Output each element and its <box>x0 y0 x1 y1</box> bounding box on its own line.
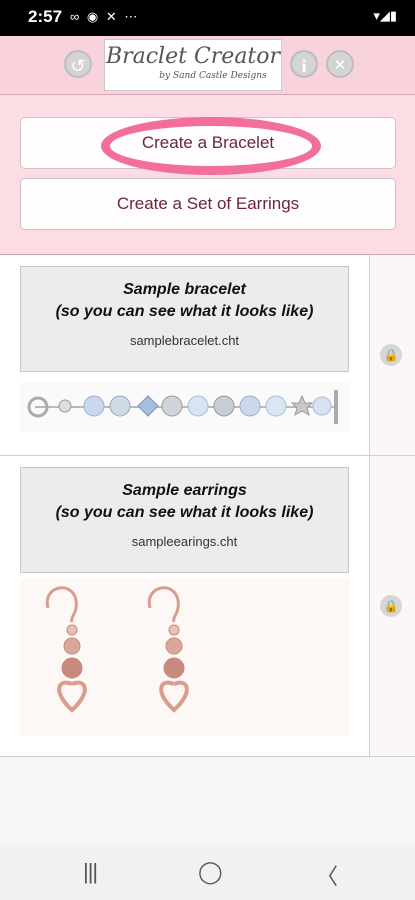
sample-title: Sample bracelet <box>123 281 246 298</box>
sample-title: Sample earrings <box>122 482 247 499</box>
status-bar: 2:57 ∞ ◉ ✕ ⋯ ▾◢▮ <box>0 0 415 36</box>
lock-icon[interactable]: 🔒 <box>380 595 402 617</box>
system-nav-bar: ||| ◯ 〈 <box>0 845 415 900</box>
app-header: ↺ Braclet Creator by Sand Castle Designs… <box>0 36 415 95</box>
info-icon[interactable]: i <box>290 50 318 78</box>
recents-icon[interactable]: ||| <box>83 859 98 885</box>
home-icon[interactable]: ◯ <box>198 859 223 885</box>
sample-card[interactable]: Sample bracelet (so you can see what it … <box>20 266 349 372</box>
undo-icon[interactable]: ↺ <box>64 50 92 78</box>
sample-subtitle: (so you can see what it looks like) <box>55 504 314 521</box>
status-left-icons: ∞ ◉ ✕ ⋯ <box>70 9 140 24</box>
logo-subtitle: by Sand Castle Designs <box>159 71 267 81</box>
list-bottom-divider <box>0 756 415 757</box>
create-earrings-button[interactable]: Create a Set of Earrings <box>20 178 396 230</box>
close-icon[interactable]: ✕ <box>326 50 354 78</box>
app-logo: Braclet Creator by Sand Castle Designs <box>104 39 282 91</box>
bracelet-image <box>20 382 349 432</box>
lock-icon[interactable]: 🔒 <box>380 344 402 366</box>
sample-filename: sampleearings.cht <box>131 534 238 549</box>
back-icon[interactable]: 〈 <box>316 859 338 891</box>
lock-column: 🔒 <box>370 456 415 756</box>
sample-subtitle: (so you can see what it looks like) <box>55 303 314 320</box>
lock-column: 🔒 <box>370 255 415 455</box>
sample-filename: samplebracelet.cht <box>129 333 240 348</box>
status-time: 2:57 <box>28 7 63 26</box>
status-right-icons: ▾◢▮ <box>373 8 397 23</box>
earrings-image <box>20 578 349 736</box>
logo-title: Braclet Creator <box>105 44 281 69</box>
highlight-ring <box>101 117 321 175</box>
sample-card[interactable]: Sample earrings (so you can see what it … <box>20 467 349 573</box>
